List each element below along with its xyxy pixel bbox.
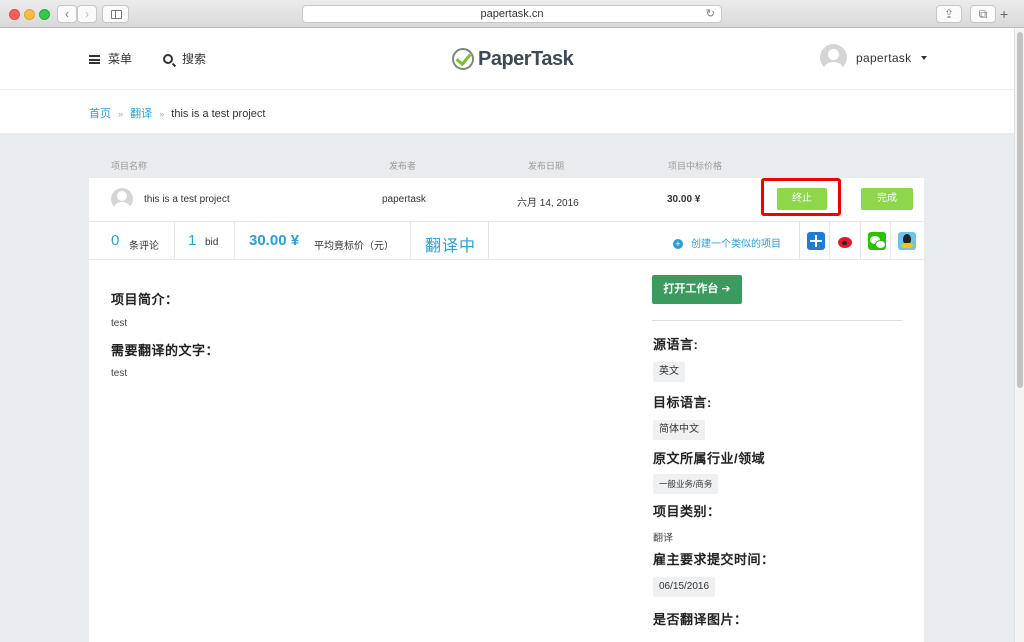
category-title: 项目类别：	[653, 504, 721, 519]
qq-icon[interactable]	[898, 232, 916, 250]
logo-text: PaperTask	[478, 47, 574, 70]
url-text: papertask.cn	[480, 8, 544, 20]
column-header-name: 项目名称	[111, 161, 148, 171]
site-logo[interactable]: PaperTask	[452, 46, 574, 72]
share-icon[interactable]: ⇪	[936, 5, 962, 23]
comments-stat[interactable]: 0 条评论	[89, 222, 175, 260]
avg-price-label: 平均竟标价（元）	[314, 241, 394, 252]
close-window-button[interactable]	[9, 9, 20, 20]
translate-images-title: 是否翻译图片：	[653, 612, 748, 627]
scrollbar[interactable]	[1014, 28, 1024, 642]
plus-circle-icon: +	[673, 239, 683, 249]
add-share-icon[interactable]	[807, 232, 825, 250]
column-header-publisher: 发布者	[389, 161, 417, 171]
bids-label: bid	[205, 237, 219, 248]
comments-count: 0	[111, 232, 120, 249]
breadcrumb-current: this is a test project	[171, 108, 266, 120]
avg-price-stat: 30.00 ¥ 平均竟标价（元）	[235, 222, 411, 260]
intro-value: test	[111, 318, 128, 329]
sidebar-icon	[111, 10, 122, 19]
wechat-icon[interactable]	[868, 232, 886, 250]
caret-down-icon[interactable]	[921, 56, 927, 60]
project-row: this is a test project papertask 六月 14, …	[89, 178, 924, 222]
project-details: 项目简介： test 需要翻译的文字： test 打开工作台 ➔ 源语言: 英文…	[89, 260, 924, 642]
create-similar-link[interactable]: + 创建一个类似的项目	[673, 235, 781, 250]
industry-title: 原文所属行业/领域	[653, 451, 766, 466]
user-name[interactable]: papertask	[856, 51, 911, 65]
forward-icon[interactable]: ›	[77, 5, 97, 23]
search-icon	[163, 54, 173, 64]
menu-label: 菜单	[108, 52, 133, 66]
bids-count: 1	[188, 232, 197, 249]
breadcrumb-band: 首页 » 翻译 » this is a test project	[0, 90, 1014, 133]
back-icon[interactable]: ‹	[57, 5, 77, 23]
intro-title: 项目简介：	[111, 292, 179, 307]
new-tab-button[interactable]: +	[1000, 6, 1008, 22]
stats-bar: 0 条评论 1 bid 30.00 ¥ 平均竟标价（元） 翻译中 + 创建一个类似…	[89, 222, 924, 260]
status-badge: 翻译中	[425, 238, 477, 255]
industry-tag: 一般业务/商务	[653, 474, 719, 494]
project-date: 六月 14, 2016	[517, 198, 579, 209]
breadcrumb: 首页 » 翻译 » this is a test project	[89, 105, 265, 121]
avatar-icon[interactable]	[820, 44, 847, 71]
search-button[interactable]: 搜索	[163, 50, 206, 67]
status-cell: 翻译中	[411, 222, 489, 260]
deadline-title: 雇主要求提交时间：	[653, 552, 775, 567]
reload-icon[interactable]: ↻	[706, 6, 715, 22]
sidebar-toggle-button[interactable]	[102, 5, 129, 23]
open-workbench-button[interactable]: 打开工作台 ➔	[652, 275, 742, 304]
tabs-icon[interactable]: ⧉	[970, 5, 996, 23]
menu-button[interactable]: 菜单	[89, 50, 132, 67]
breadcrumb-home[interactable]: 首页	[89, 108, 111, 120]
browser-titlebar: ‹ › papertask.cn ↻ ⇪ ⧉ +	[0, 0, 1024, 28]
minimize-window-button[interactable]	[24, 9, 35, 20]
address-bar[interactable]: papertask.cn ↻	[302, 5, 722, 23]
breadcrumb-category[interactable]: 翻译	[130, 108, 152, 120]
target-lang-tag: 简体中文	[653, 420, 705, 440]
bids-stat[interactable]: 1 bid	[175, 222, 235, 260]
search-label: 搜索	[182, 52, 207, 66]
target-lang-title: 目标语言:	[653, 395, 712, 410]
divider	[652, 320, 902, 321]
share-divider	[860, 222, 861, 260]
text-title: 需要翻译的文字：	[111, 343, 220, 358]
weibo-icon[interactable]	[837, 232, 855, 250]
project-price: 30.00 ¥	[667, 194, 701, 205]
project-publisher: papertask	[382, 194, 426, 205]
avatar-icon	[111, 188, 133, 210]
category-value: 翻译	[653, 533, 673, 544]
column-header-price: 项目中标价格	[668, 161, 723, 171]
share-divider	[799, 222, 800, 260]
avg-price: 30.00 ¥	[249, 232, 300, 249]
logo-check-icon	[452, 48, 474, 70]
source-lang-title: 源语言:	[653, 337, 699, 352]
column-header-date: 发布日期	[528, 161, 565, 171]
deadline-tag: 06/15/2016	[653, 577, 716, 597]
text-value: test	[111, 368, 128, 379]
site-header: 菜单 搜索 PaperTask papertask	[0, 28, 1014, 90]
comments-label: 条评论	[129, 241, 159, 252]
scrollbar-thumb[interactable]	[1017, 32, 1023, 388]
share-divider	[829, 222, 830, 260]
share-divider	[890, 222, 891, 260]
finish-button[interactable]: 完成	[861, 188, 913, 210]
stop-button[interactable]: 终止	[777, 188, 827, 210]
source-lang-tag: 英文	[653, 362, 685, 382]
create-similar-label: 创建一个类似的项目	[691, 239, 781, 250]
breadcrumb-separator: »	[159, 109, 165, 119]
breadcrumb-separator: »	[118, 109, 124, 119]
zoom-window-button[interactable]	[39, 9, 50, 20]
hamburger-icon	[89, 55, 100, 64]
project-name[interactable]: this is a test project	[144, 194, 230, 205]
